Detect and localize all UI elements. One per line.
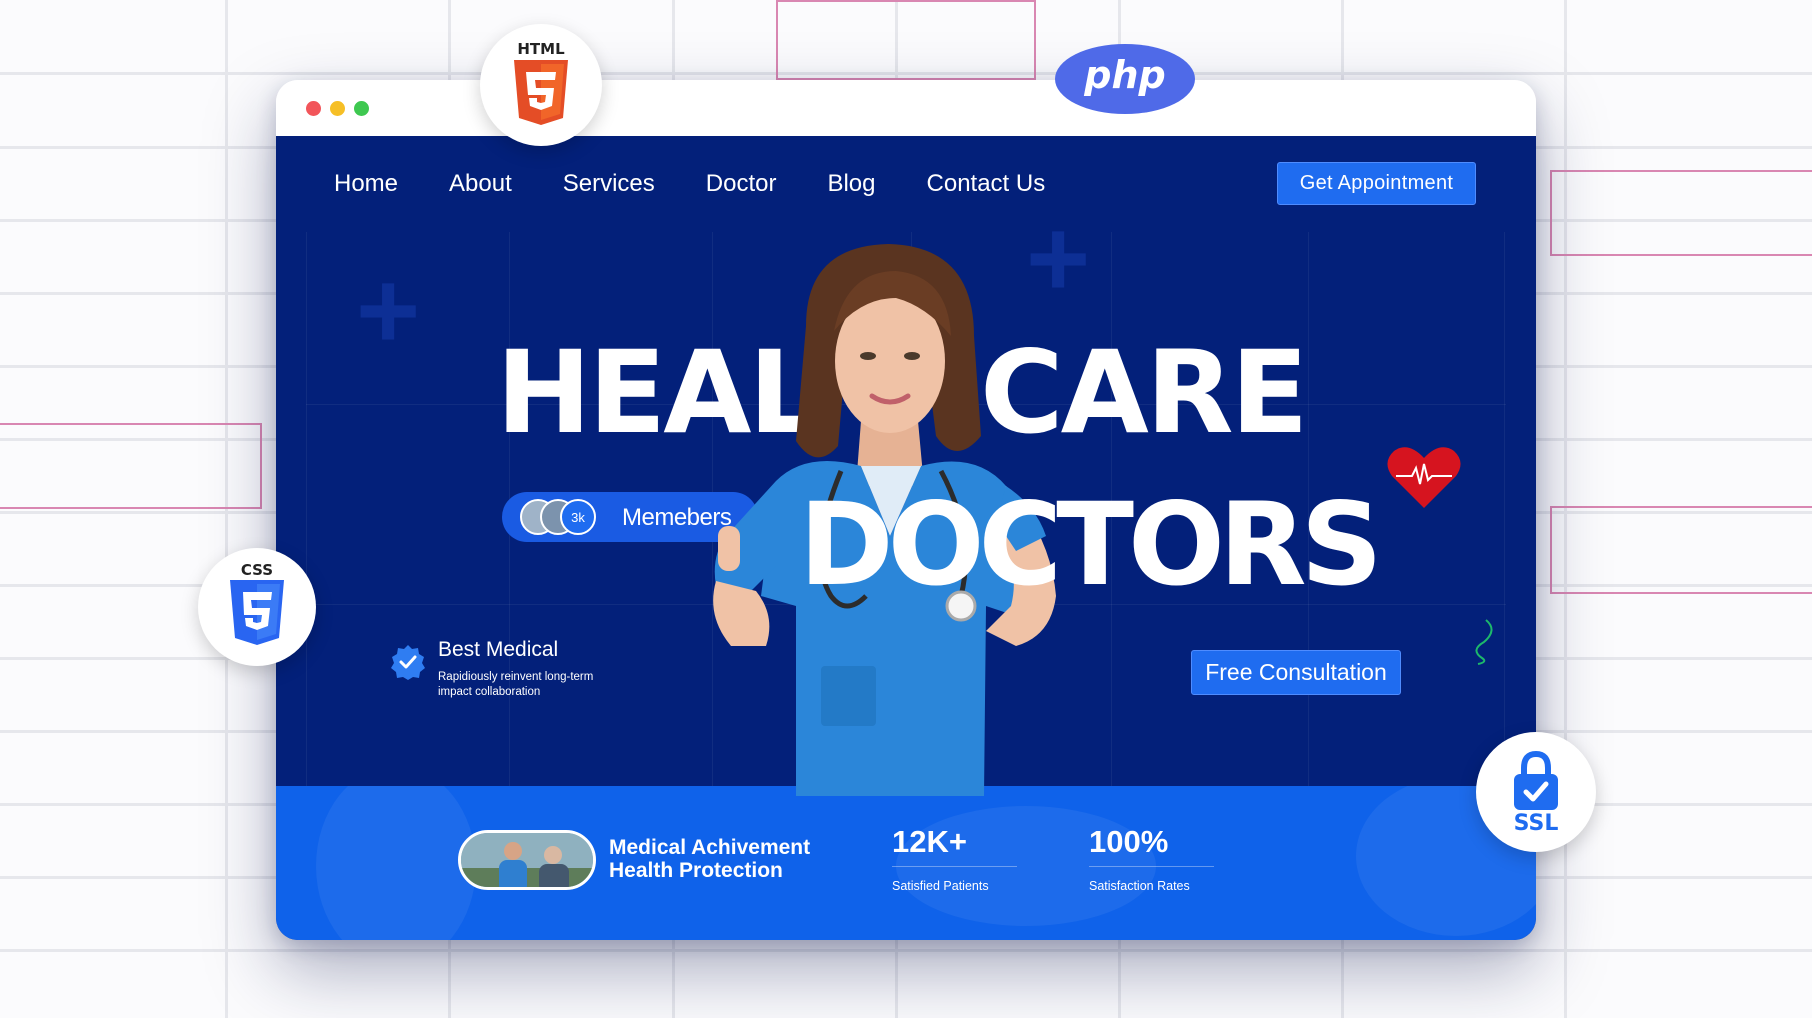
minimize-dot[interactable] [330, 101, 345, 116]
stat-value: 12K+ [892, 824, 967, 859]
hero-headline-line2: DOCTORS [799, 478, 1383, 611]
best-medical-description: Rapidiously reinvent long-term impact co… [438, 671, 594, 698]
members-count-avatar: 3k [560, 499, 596, 535]
nav-blog[interactable]: Blog [827, 168, 875, 200]
achievement-photo [458, 830, 596, 890]
achievement-title: Medical Achivement Health Protection [609, 836, 811, 882]
grid-line [0, 949, 1812, 952]
highlight-box [1550, 170, 1812, 256]
decor-glow [316, 786, 476, 940]
css-wordmark: CSS [241, 561, 273, 579]
css3-badge: CSS [198, 548, 316, 666]
website-hero: + + Home About Services Doctor Blog Cont… [276, 136, 1536, 940]
nav-home[interactable]: Home [334, 168, 398, 200]
html5-badge: HTML [480, 24, 602, 146]
stat-value: 100% [1089, 824, 1169, 859]
nav-about[interactable]: About [449, 168, 512, 200]
stat-label: Satisfaction Rates [1089, 879, 1190, 893]
stat-label: Satisfied Patients [892, 879, 989, 893]
get-appointment-button[interactable]: Get Appointment [1277, 162, 1476, 205]
close-dot[interactable] [306, 101, 321, 116]
stat-patients: 12K+ Satisfied Patients [892, 824, 1017, 893]
squiggle-decoration [1475, 619, 1493, 665]
grid-line [1504, 232, 1505, 788]
nav-services[interactable]: Services [563, 168, 655, 200]
browser-titlebar [276, 80, 1536, 136]
html-wordmark: HTML [517, 40, 565, 58]
grid-line [306, 232, 307, 788]
ssl-badge: SSL [1476, 732, 1596, 852]
verified-check-icon [391, 645, 425, 680]
grid-line [225, 0, 228, 1018]
stat-divider [1089, 866, 1214, 867]
ssl-lock-icon: SSL [1514, 750, 1559, 836]
heart-pulse-icon [1387, 447, 1461, 508]
showcase-canvas: + + Home About Services Doctor Blog Cont… [0, 0, 1812, 1018]
main-nav: Home About Services Doctor Blog Contact … [334, 168, 1096, 200]
highlight-box [1550, 506, 1812, 594]
php-badge: php [1055, 44, 1195, 114]
css3-icon: CSS [230, 561, 284, 645]
ssl-wordmark: SSL [1514, 811, 1559, 836]
maximize-dot[interactable] [354, 101, 369, 116]
nav-doctor[interactable]: Doctor [706, 168, 777, 200]
stat-divider [892, 866, 1017, 867]
highlight-box [776, 0, 1036, 80]
stats-bar: Medical Achivement Health Protection 12K… [276, 786, 1536, 940]
free-consultation-button[interactable]: Free Consultation [1191, 650, 1401, 695]
plus-icon: + [356, 249, 421, 372]
highlight-box [0, 423, 262, 509]
html5-icon: HTML [514, 40, 568, 125]
stat-satisfaction: 100% Satisfaction Rates [1089, 824, 1214, 893]
php-wordmark: php [1083, 53, 1165, 97]
best-medical-title: Best Medical [438, 638, 559, 661]
php-icon: php [1083, 53, 1165, 97]
nav-contact[interactable]: Contact Us [927, 168, 1046, 200]
browser-window: + + Home About Services Doctor Blog Cont… [276, 80, 1536, 940]
